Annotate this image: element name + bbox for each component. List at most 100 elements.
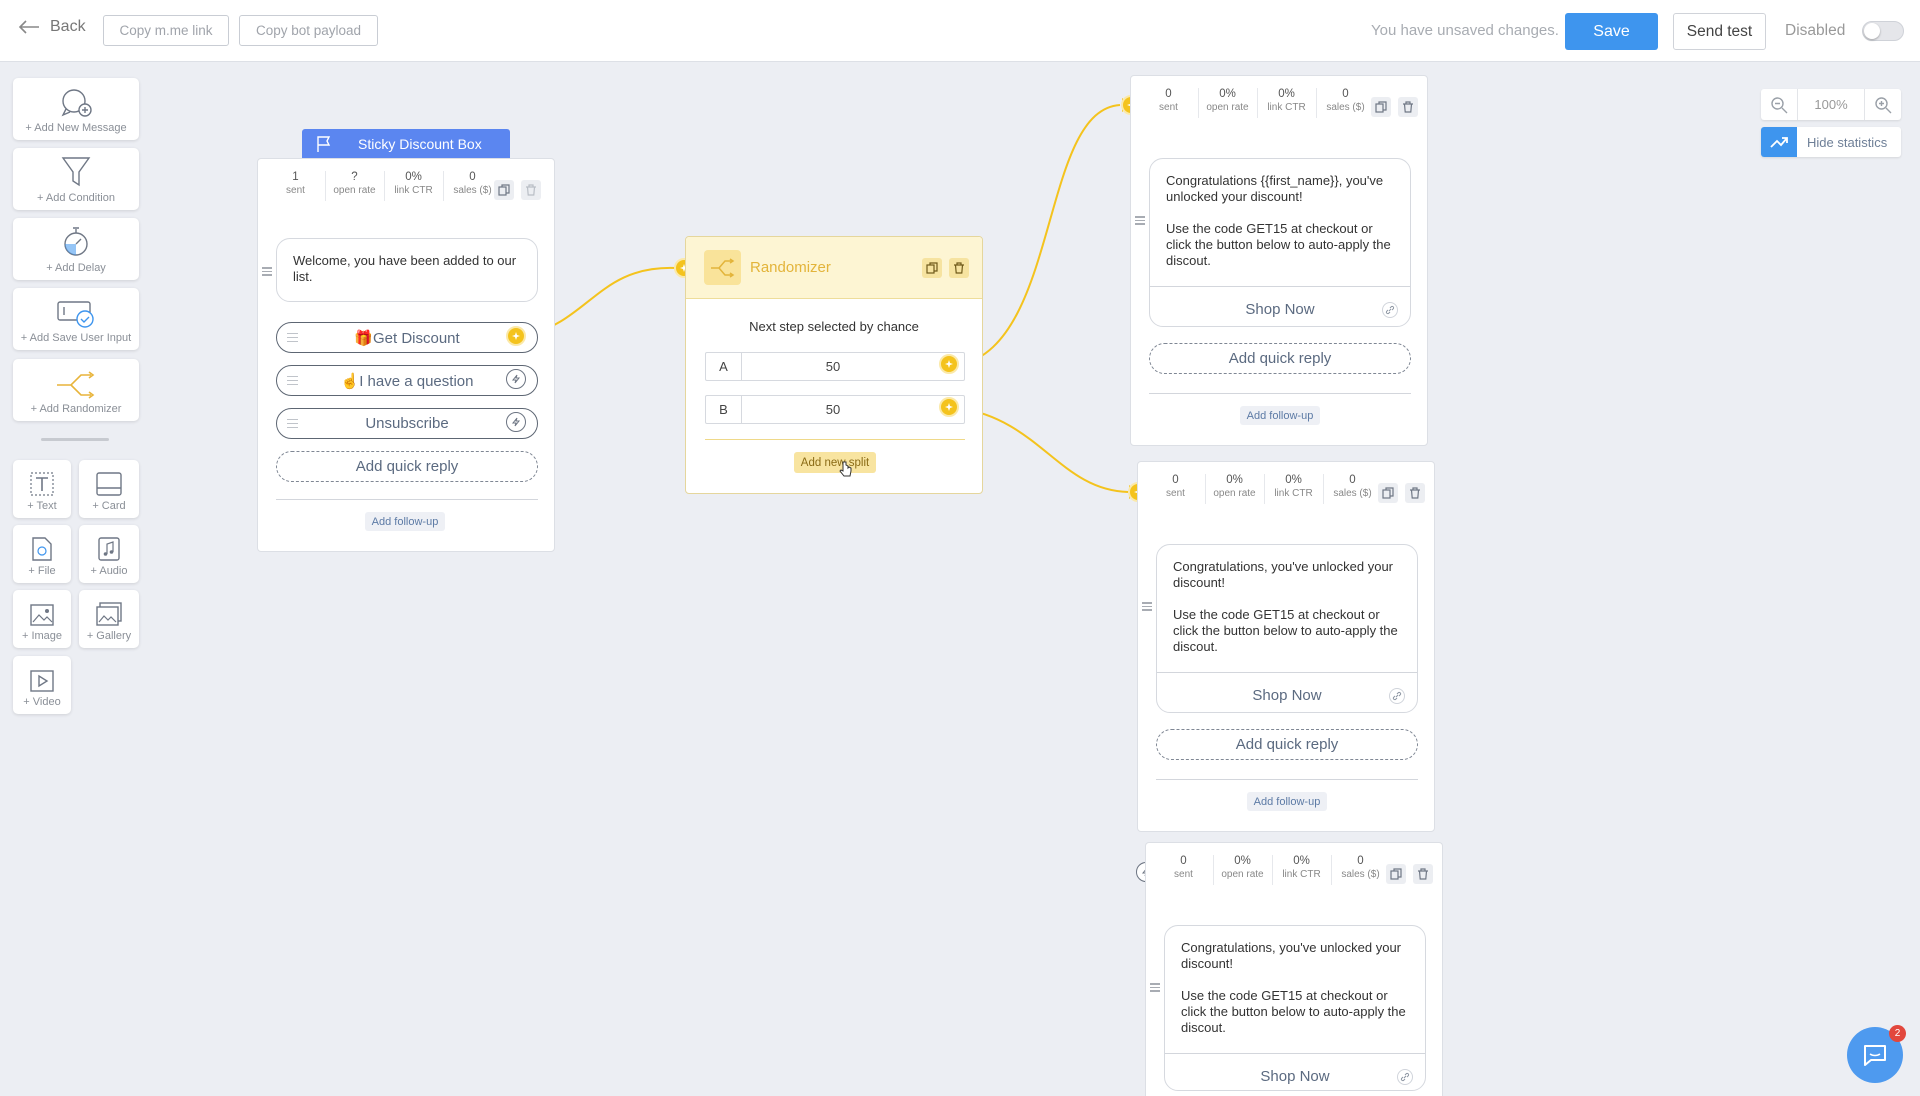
stat-sales: 0 sales ($) <box>1316 76 1375 130</box>
shop-now-button[interactable]: Shop Now <box>1165 1069 1425 1085</box>
copy-link-button[interactable]: Copy m.me link <box>103 15 229 46</box>
card-actions <box>1386 864 1433 884</box>
add-message-label: + Add New Message <box>25 122 127 134</box>
add-follow-up-button[interactable]: Add follow-up <box>365 512 445 531</box>
connector-dot-unsubscribe[interactable] <box>506 412 526 432</box>
stat-link-ctr: 0% link CTR <box>1264 462 1323 516</box>
add-gallery-button[interactable]: + Gallery <box>79 590 139 648</box>
save-button[interactable]: Save <box>1565 13 1658 50</box>
add-save-input-button[interactable]: + Add Save User Input <box>13 288 139 350</box>
add-card-button[interactable]: + Card <box>79 460 139 518</box>
quick-reply-label: ☝️I have a question <box>340 372 474 390</box>
divider <box>1156 779 1418 780</box>
flag-icon <box>317 135 331 152</box>
message-card-2: 0 sent 0% open rate 0% link CTR 0 sales ($) … <box>1137 461 1435 832</box>
enable-toggle[interactable] <box>1862 21 1904 41</box>
split-row-b[interactable]: B 50 % <box>705 395 965 424</box>
trash-icon[interactable] <box>949 258 969 278</box>
add-follow-up-button[interactable]: Add follow-up <box>1240 406 1320 425</box>
copy-icon[interactable] <box>922 258 942 278</box>
connector-dot-get-discount[interactable] <box>506 326 526 346</box>
link-icon <box>1382 302 1398 318</box>
drag-handle-icon[interactable] <box>1135 216 1145 225</box>
add-follow-up-button[interactable]: Add follow-up <box>1247 792 1327 811</box>
quick-reply-get-discount[interactable]: 🎁Get Discount <box>276 322 538 353</box>
stat-open-rate: 0% open rate <box>1205 462 1264 516</box>
add-quick-reply-button[interactable]: Add quick reply <box>1156 729 1418 760</box>
split-row-a[interactable]: A 50 % <box>705 352 965 381</box>
save-input-icon <box>57 301 94 328</box>
add-text-label: + Text <box>27 500 57 512</box>
stat-link-ctr: 0% link CTR <box>1257 76 1316 130</box>
text-card[interactable]: Congratulations, you've unlocked your di… <box>1164 925 1426 1091</box>
video-icon <box>30 670 54 692</box>
split-a-connector-dot[interactable] <box>939 354 959 374</box>
disabled-label: Disabled <box>1785 22 1846 39</box>
quick-reply-unsubscribe[interactable]: Unsubscribe <box>276 408 538 439</box>
add-quick-reply-button[interactable]: Add quick reply <box>276 451 538 482</box>
trash-icon[interactable] <box>521 180 541 200</box>
chat-unread-badge: 2 <box>1889 1025 1906 1042</box>
add-delay-button[interactable]: + Add Delay <box>13 218 139 280</box>
trash-icon[interactable] <box>1398 97 1418 117</box>
message-bubble[interactable]: Welcome, you have been added to our list… <box>276 238 538 302</box>
drag-handle-icon[interactable] <box>262 267 272 276</box>
quick-reply-question[interactable]: ☝️I have a question <box>276 365 538 396</box>
qr-grip-icon <box>287 376 298 385</box>
connector-split-a <box>958 104 1121 366</box>
mouse-cursor-icon <box>839 461 852 477</box>
split-value-input[interactable]: 50 <box>742 402 924 417</box>
add-condition-label: + Add Condition <box>37 192 115 204</box>
text-card[interactable]: Congratulations {{first_name}}, you've u… <box>1149 158 1411 327</box>
hide-statistics-button[interactable]: Hide statistics <box>1761 127 1901 157</box>
copy-icon[interactable] <box>1371 97 1391 117</box>
copy-icon[interactable] <box>494 180 514 200</box>
add-video-button[interactable]: + Video <box>13 656 71 714</box>
back-label: Back <box>50 18 86 35</box>
zoom-out-button[interactable] <box>1761 89 1797 120</box>
start-trigger-header[interactable]: Sticky Discount Box <box>302 129 510 158</box>
add-image-button[interactable]: + Image <box>13 590 71 648</box>
split-b-connector-dot[interactable] <box>939 397 959 417</box>
add-text-button[interactable]: + Text <box>13 460 71 518</box>
back-button[interactable]: Back <box>18 18 86 36</box>
add-card-label: + Card <box>92 500 126 512</box>
zoom-control: 100% <box>1761 89 1901 120</box>
add-new-split-button[interactable]: Add new split <box>794 452 876 473</box>
stat-open-rate: 0% open rate <box>1213 843 1272 897</box>
stat-sales: 0 sales ($) <box>1323 462 1382 516</box>
add-condition-button[interactable]: + Add Condition <box>13 148 139 210</box>
send-test-button[interactable]: Send test <box>1673 13 1766 50</box>
trash-icon[interactable] <box>1413 864 1433 884</box>
split-value-input[interactable]: 50 <box>742 359 924 374</box>
drag-handle-icon[interactable] <box>1150 983 1160 992</box>
hide-statistics-label: Hide statistics <box>1807 134 1888 150</box>
trash-icon[interactable] <box>1405 483 1425 503</box>
zoom-level: 100% <box>1797 89 1865 120</box>
add-randomizer-button[interactable]: + Add Randomizer <box>13 359 139 421</box>
randomizer-icon <box>57 371 95 399</box>
chat-plus-icon <box>61 89 92 117</box>
add-quick-reply-button[interactable]: Add quick reply <box>1149 343 1411 374</box>
shop-now-button[interactable]: Shop Now <box>1157 688 1417 704</box>
drag-handle-icon[interactable] <box>1142 602 1152 611</box>
text-card[interactable]: Congratulations, you've unlocked your di… <box>1156 544 1418 713</box>
copy-icon[interactable] <box>1386 864 1406 884</box>
zoom-in-button[interactable] <box>1865 89 1901 120</box>
add-audio-button[interactable]: + Audio <box>79 525 139 583</box>
zoom-out-icon <box>1771 96 1788 113</box>
stat-sent: 0 sent <box>1166 474 1185 499</box>
add-file-button[interactable]: + File <box>13 525 71 583</box>
copy-payload-button[interactable]: Copy bot payload <box>239 15 378 46</box>
copy-icon[interactable] <box>1378 483 1398 503</box>
stat-link-ctr: 0% link CTR <box>384 159 443 213</box>
shop-now-button[interactable]: Shop Now <box>1150 302 1410 318</box>
divider <box>1157 672 1417 673</box>
divider <box>1165 1053 1425 1054</box>
card-actions <box>1378 483 1425 503</box>
stat-sent: 0 sent <box>1174 855 1193 880</box>
zoom-in-icon <box>1875 96 1892 113</box>
connector-dot-question[interactable] <box>506 369 526 389</box>
add-message-button[interactable]: + Add New Message <box>13 78 139 140</box>
add-image-label: + Image <box>21 630 63 642</box>
